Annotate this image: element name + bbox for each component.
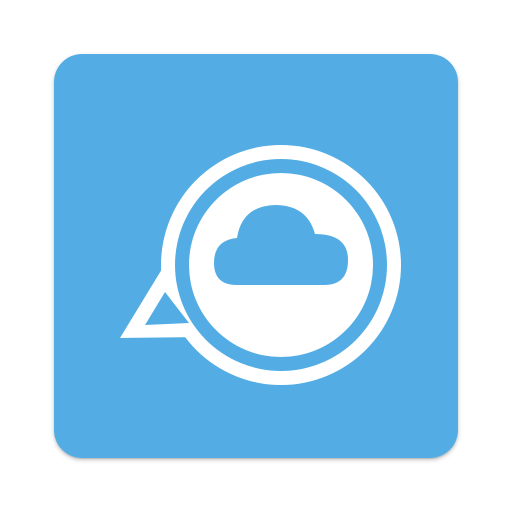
app-icon-tile[interactable] [54, 54, 458, 458]
icon-canvas [0, 0, 512, 512]
chat-bubble-cloud-icon [54, 54, 458, 458]
